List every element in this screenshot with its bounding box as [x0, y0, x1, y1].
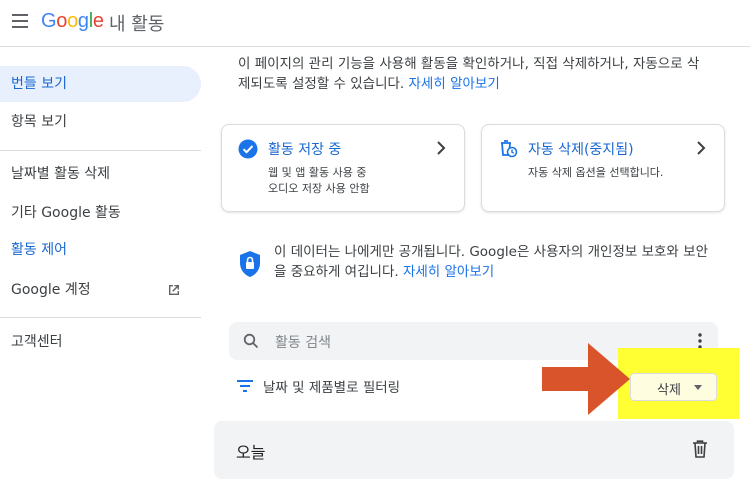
chevron-right-icon — [697, 141, 706, 155]
sidebar-item-label: Google 계정 — [11, 282, 91, 298]
sidebar-item-item-view[interactable]: 항목 보기 — [0, 104, 189, 140]
pointer-arrow-icon — [542, 343, 630, 415]
sidebar-item-bundle-view[interactable]: 번들 보기 — [0, 66, 201, 102]
sidebar-item-help-center[interactable]: 고객센터 — [0, 324, 189, 360]
privacy-learn-more-link[interactable]: 자세히 알아보기 — [403, 264, 494, 280]
logo-letter-e: e — [92, 10, 104, 32]
card-title: 자동 삭제(중지됨) — [528, 142, 634, 158]
chevron-right-icon — [437, 141, 446, 155]
search-icon — [243, 333, 259, 349]
more-options-icon[interactable] — [698, 333, 702, 349]
card-desc: 웹 및 앱 활동 사용 중 오디오 저장 사용 안함 — [268, 165, 370, 197]
check-circle-icon — [238, 139, 258, 159]
app-title: 내 활동 — [109, 14, 165, 35]
today-section: 오늘 — [214, 421, 734, 479]
card-desc: 자동 삭제 옵션을 선택합니다. — [528, 166, 664, 179]
auto-delete-icon — [501, 140, 518, 158]
google-logo[interactable]: Google — [41, 10, 104, 33]
sidebar-item-other-activity[interactable]: 기타 Google 활동 — [0, 195, 189, 231]
dropdown-arrow-icon — [694, 385, 702, 390]
delete-button[interactable]: 삭제 — [630, 373, 717, 401]
main-content: 이 페이지의 관리 기능을 사용해 활동을 확인하거나, 직접 삭제하거나, 자… — [212, 46, 750, 493]
menu-icon[interactable] — [12, 14, 28, 28]
filter-by-date-product[interactable]: 날짜 및 제품별로 필터링 — [263, 376, 400, 396]
logo-letter-o1: o — [56, 10, 68, 32]
delete-button-label: 삭제 — [657, 383, 681, 398]
card-title: 활동 저장 중 — [268, 142, 342, 158]
auto-delete-card[interactable]: 자동 삭제(중지됨) 자동 삭제 옵션을 선택합니다. — [481, 124, 725, 212]
intro-text: 이 페이지의 관리 기능을 사용해 활동을 확인하거나, 직접 삭제하거나, 자… — [238, 54, 708, 94]
search-input[interactable]: 활동 검색 — [275, 332, 331, 352]
external-link-icon — [169, 285, 179, 295]
sidebar-item-delete-by-date[interactable]: 날짜별 활동 삭제 — [0, 156, 189, 192]
sidebar-divider — [0, 317, 201, 318]
filter-icon[interactable] — [237, 380, 253, 392]
shield-lock-icon — [240, 251, 260, 277]
logo-letter-g: G — [41, 10, 57, 32]
intro-learn-more-link[interactable]: 자세히 알아보기 — [409, 76, 500, 92]
sidebar-divider — [0, 150, 201, 151]
card-desc-line: 웹 및 앱 활동 사용 중 — [268, 166, 367, 179]
logo-letter-g2: g — [77, 10, 89, 32]
privacy-notice: 이 데이터는 나에게만 공개됩니다. Google은 사용자의 개인정보 보호와… — [274, 242, 714, 282]
sidebar-item-google-account[interactable]: Google 계정 — [0, 272, 189, 308]
section-title-today: 오늘 — [236, 443, 266, 462]
logo-letter-o2: o — [67, 10, 78, 32]
app-header: Google 내 활동 — [0, 0, 750, 47]
activity-saving-card[interactable]: 활동 저장 중 웹 및 앱 활동 사용 중 오디오 저장 사용 안함 — [221, 124, 465, 212]
trash-icon[interactable] — [692, 440, 708, 458]
card-desc-line: 오디오 저장 사용 안함 — [268, 182, 370, 195]
sidebar-item-activity-controls[interactable]: 활동 제어 — [0, 232, 189, 268]
